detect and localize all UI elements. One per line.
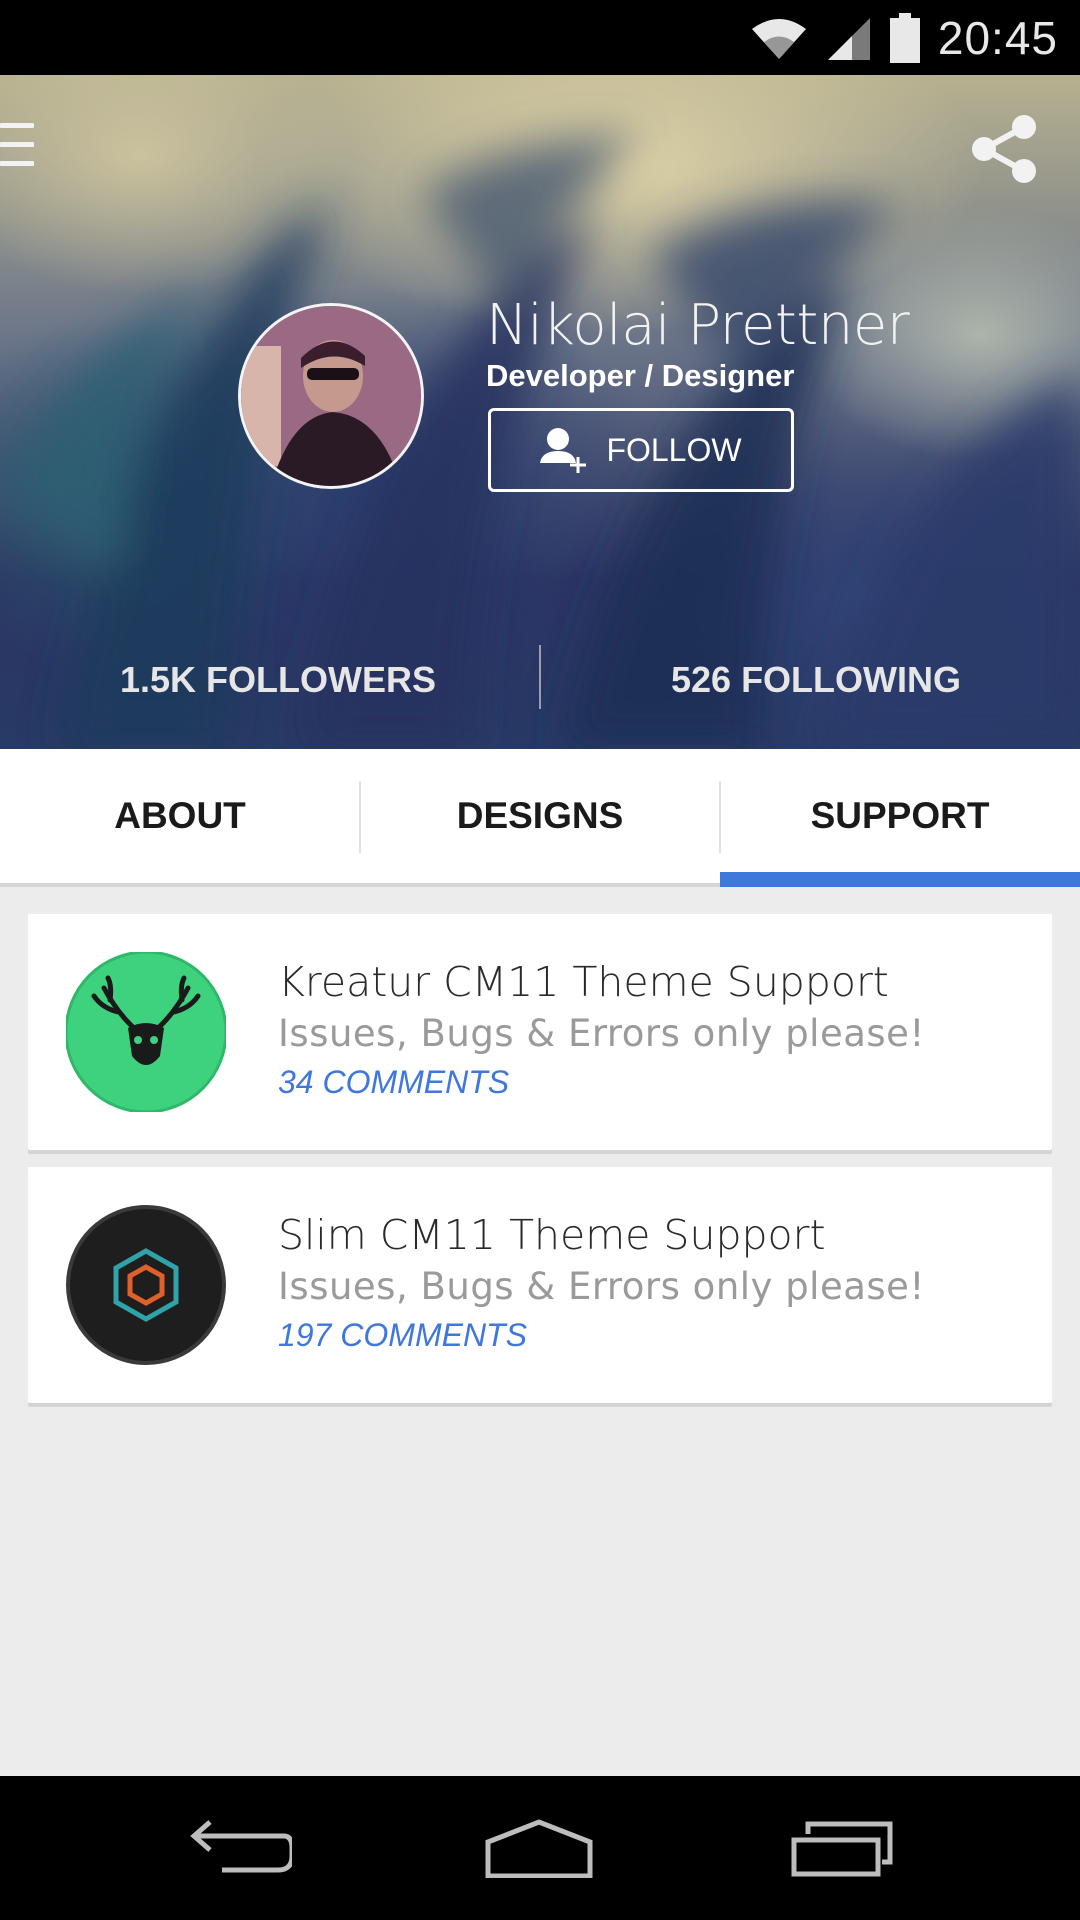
follow-button[interactable]: FOLLOW: [488, 408, 794, 492]
tab-support[interactable]: SUPPORT: [720, 749, 1080, 883]
profile-avatar[interactable]: [238, 303, 424, 489]
cell-signal-icon: [826, 14, 872, 62]
hexagon-logo-icon: [66, 1205, 226, 1365]
battery-icon: [889, 12, 920, 63]
comments-link[interactable]: 34 COMMENTS: [278, 1064, 509, 1101]
comments-link[interactable]: 197 COMMENTS: [278, 1317, 527, 1354]
followers-count[interactable]: 1.5K FOLLOWERS: [120, 645, 436, 715]
profile-cover: Nikolai Prettner Developer / Designer FO…: [0, 75, 1080, 749]
home-icon[interactable]: [484, 1812, 594, 1884]
navigation-bar: [0, 1776, 1080, 1920]
status-bar: 20:45: [0, 0, 1080, 75]
profile-stats: 1.5K FOLLOWERS 526 FOLLOWING: [0, 645, 1080, 715]
tab-about[interactable]: ABOUT: [0, 749, 360, 883]
wifi-icon: [750, 15, 808, 61]
active-tab-indicator: [720, 872, 1080, 887]
add-person-icon: [540, 427, 588, 473]
item-title: Slim CM11 Theme Support: [278, 1211, 826, 1259]
following-count[interactable]: 526 FOLLOWING: [671, 645, 961, 715]
menu-icon[interactable]: [0, 123, 34, 173]
stats-divider: [539, 645, 541, 709]
item-subtitle: Issues, Bugs & Errors only please!: [278, 1265, 925, 1308]
profile-name: Nikolai Prettner: [486, 293, 910, 358]
list-item[interactable]: Kreatur CM11 Theme Support Issues, Bugs …: [28, 914, 1052, 1150]
phone-screen: 20:45 Nikolai Prettner Developer / Desig…: [0, 0, 1080, 1920]
follow-label: FOLLOW: [606, 431, 742, 468]
tab-designs[interactable]: DESIGNS: [360, 749, 720, 883]
status-time: 20:45: [937, 11, 1058, 64]
tab-bar: ABOUT DESIGNS SUPPORT: [0, 749, 1080, 887]
item-subtitle: Issues, Bugs & Errors only please!: [278, 1012, 925, 1055]
profile-role: Developer / Designer: [486, 358, 795, 393]
deer-skull-icon: [64, 950, 228, 1114]
share-icon[interactable]: [968, 113, 1040, 185]
list-item[interactable]: Slim CM11 Theme Support Issues, Bugs & E…: [28, 1167, 1052, 1403]
back-icon[interactable]: [185, 1812, 295, 1884]
recents-icon[interactable]: [787, 1812, 897, 1884]
item-title: Kreatur CM11 Theme Support: [278, 958, 889, 1006]
